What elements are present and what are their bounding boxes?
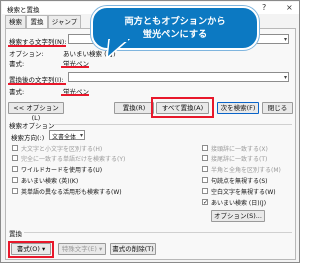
fuzzy-en-checkbox[interactable] — [12, 177, 18, 183]
ignore-punct-label: 句読点を無視する(S) — [211, 178, 268, 185]
search-format-label: 書式: — [9, 60, 25, 68]
ignore-space-checkbox[interactable] — [202, 188, 208, 194]
clear-format-button[interactable]: 書式の削除(T) — [110, 243, 156, 255]
match-prefix-checkbox[interactable] — [202, 145, 208, 151]
tab-find[interactable]: 検索 — [5, 15, 26, 28]
ignore-punct-checkbox[interactable] — [202, 177, 208, 183]
replace-format-label: 書式: — [9, 88, 25, 96]
callout-pointer — [106, 39, 131, 59]
window-title: 検索と置換 — [7, 6, 40, 14]
search-history-dropdown-icon[interactable]: ▾ — [284, 36, 287, 43]
fuzzy-jp-checkbox[interactable]: ✓ — [202, 199, 208, 206]
whole-word-checkbox[interactable] — [12, 155, 18, 161]
replace-all-button[interactable]: すべて置換(A) — [156, 102, 209, 114]
match-suffix-checkbox[interactable] — [202, 155, 208, 161]
word-forms-label: 英単語の異なる活用形も検索する(W) — [21, 189, 122, 196]
fuzzy-en-label: あいまい検索 (英)(K) — [21, 178, 79, 185]
find-replace-dialog: 検索と置換 ? × 検索 置換 ジャンプ 検索する文字列(N): ▾ オプション… — [0, 0, 300, 263]
find-next-button[interactable]: 次を検索(F) — [217, 102, 259, 114]
close-icon[interactable]: × — [286, 3, 293, 12]
search-label-underline — [8, 45, 66, 47]
special-button[interactable]: 特殊文字(E) ▾ — [58, 243, 106, 255]
match-width-label: 半角と全角を区別する(M) — [211, 167, 281, 174]
search-format-underline — [61, 66, 89, 68]
match-case-checkbox[interactable] — [12, 145, 18, 151]
replace-panel: 検索する文字列(N): ▾ オプション: あいまい検索 (日) 書式: 蛍光ペン… — [5, 28, 296, 260]
replace-section-heading: 置換 — [9, 230, 22, 238]
tab-goto[interactable]: ジャンプ — [48, 15, 81, 28]
cancel-button[interactable]: 閉じる — [262, 102, 293, 114]
replace-history-dropdown-icon[interactable]: ▾ — [284, 74, 287, 81]
help-icon[interactable]: ? — [262, 3, 266, 12]
callout-text: 両方ともオプションから 蛍光ペンにする — [124, 16, 226, 40]
direction-dropdown-icon[interactable]: ▾ — [80, 132, 83, 139]
ignore-space-label: 空白文字を無視する(W) — [211, 189, 276, 196]
direction-label: 検索方向(:) — [11, 134, 45, 142]
direction-select[interactable]: 文書全体 ▾ — [49, 130, 85, 141]
search-options-label: オプション: — [9, 50, 44, 58]
fuzzy-jp-label: あいまい検索 (日)(J) — [211, 200, 267, 207]
word-forms-checkbox[interactable] — [12, 188, 18, 194]
replace-button[interactable]: 置換(R) — [114, 102, 154, 114]
search-options-divider — [52, 124, 292, 125]
replace-section-divider — [24, 232, 292, 233]
replace-format-underline — [61, 94, 89, 96]
options-toggle-button[interactable]: << オプション(L) — [8, 102, 64, 122]
fuzzy-options-button[interactable]: オプション(S)... — [211, 210, 265, 222]
wildcards-label: ワイルドカードを使用する(U) — [21, 167, 103, 174]
replace-input[interactable]: ▾ — [68, 72, 289, 82]
wildcards-checkbox[interactable] — [12, 166, 18, 172]
match-suffix-label: 接尾辞に一致する(T) — [211, 156, 268, 163]
match-width-checkbox[interactable] — [202, 166, 208, 172]
format-button[interactable]: 書式(O) ▾ — [11, 243, 51, 255]
search-options-heading: 検索オプション — [9, 122, 55, 130]
match-prefix-label: 接頭辞に一致する(X) — [211, 146, 268, 153]
whole-word-label: 完全に一致する単語だけを検索する(Y) — [21, 156, 126, 163]
replace-label-underline — [8, 83, 66, 85]
match-case-label: 大文字と小文字を区別する(H) — [21, 146, 103, 153]
tab-replace[interactable]: 置換 — [26, 15, 48, 29]
